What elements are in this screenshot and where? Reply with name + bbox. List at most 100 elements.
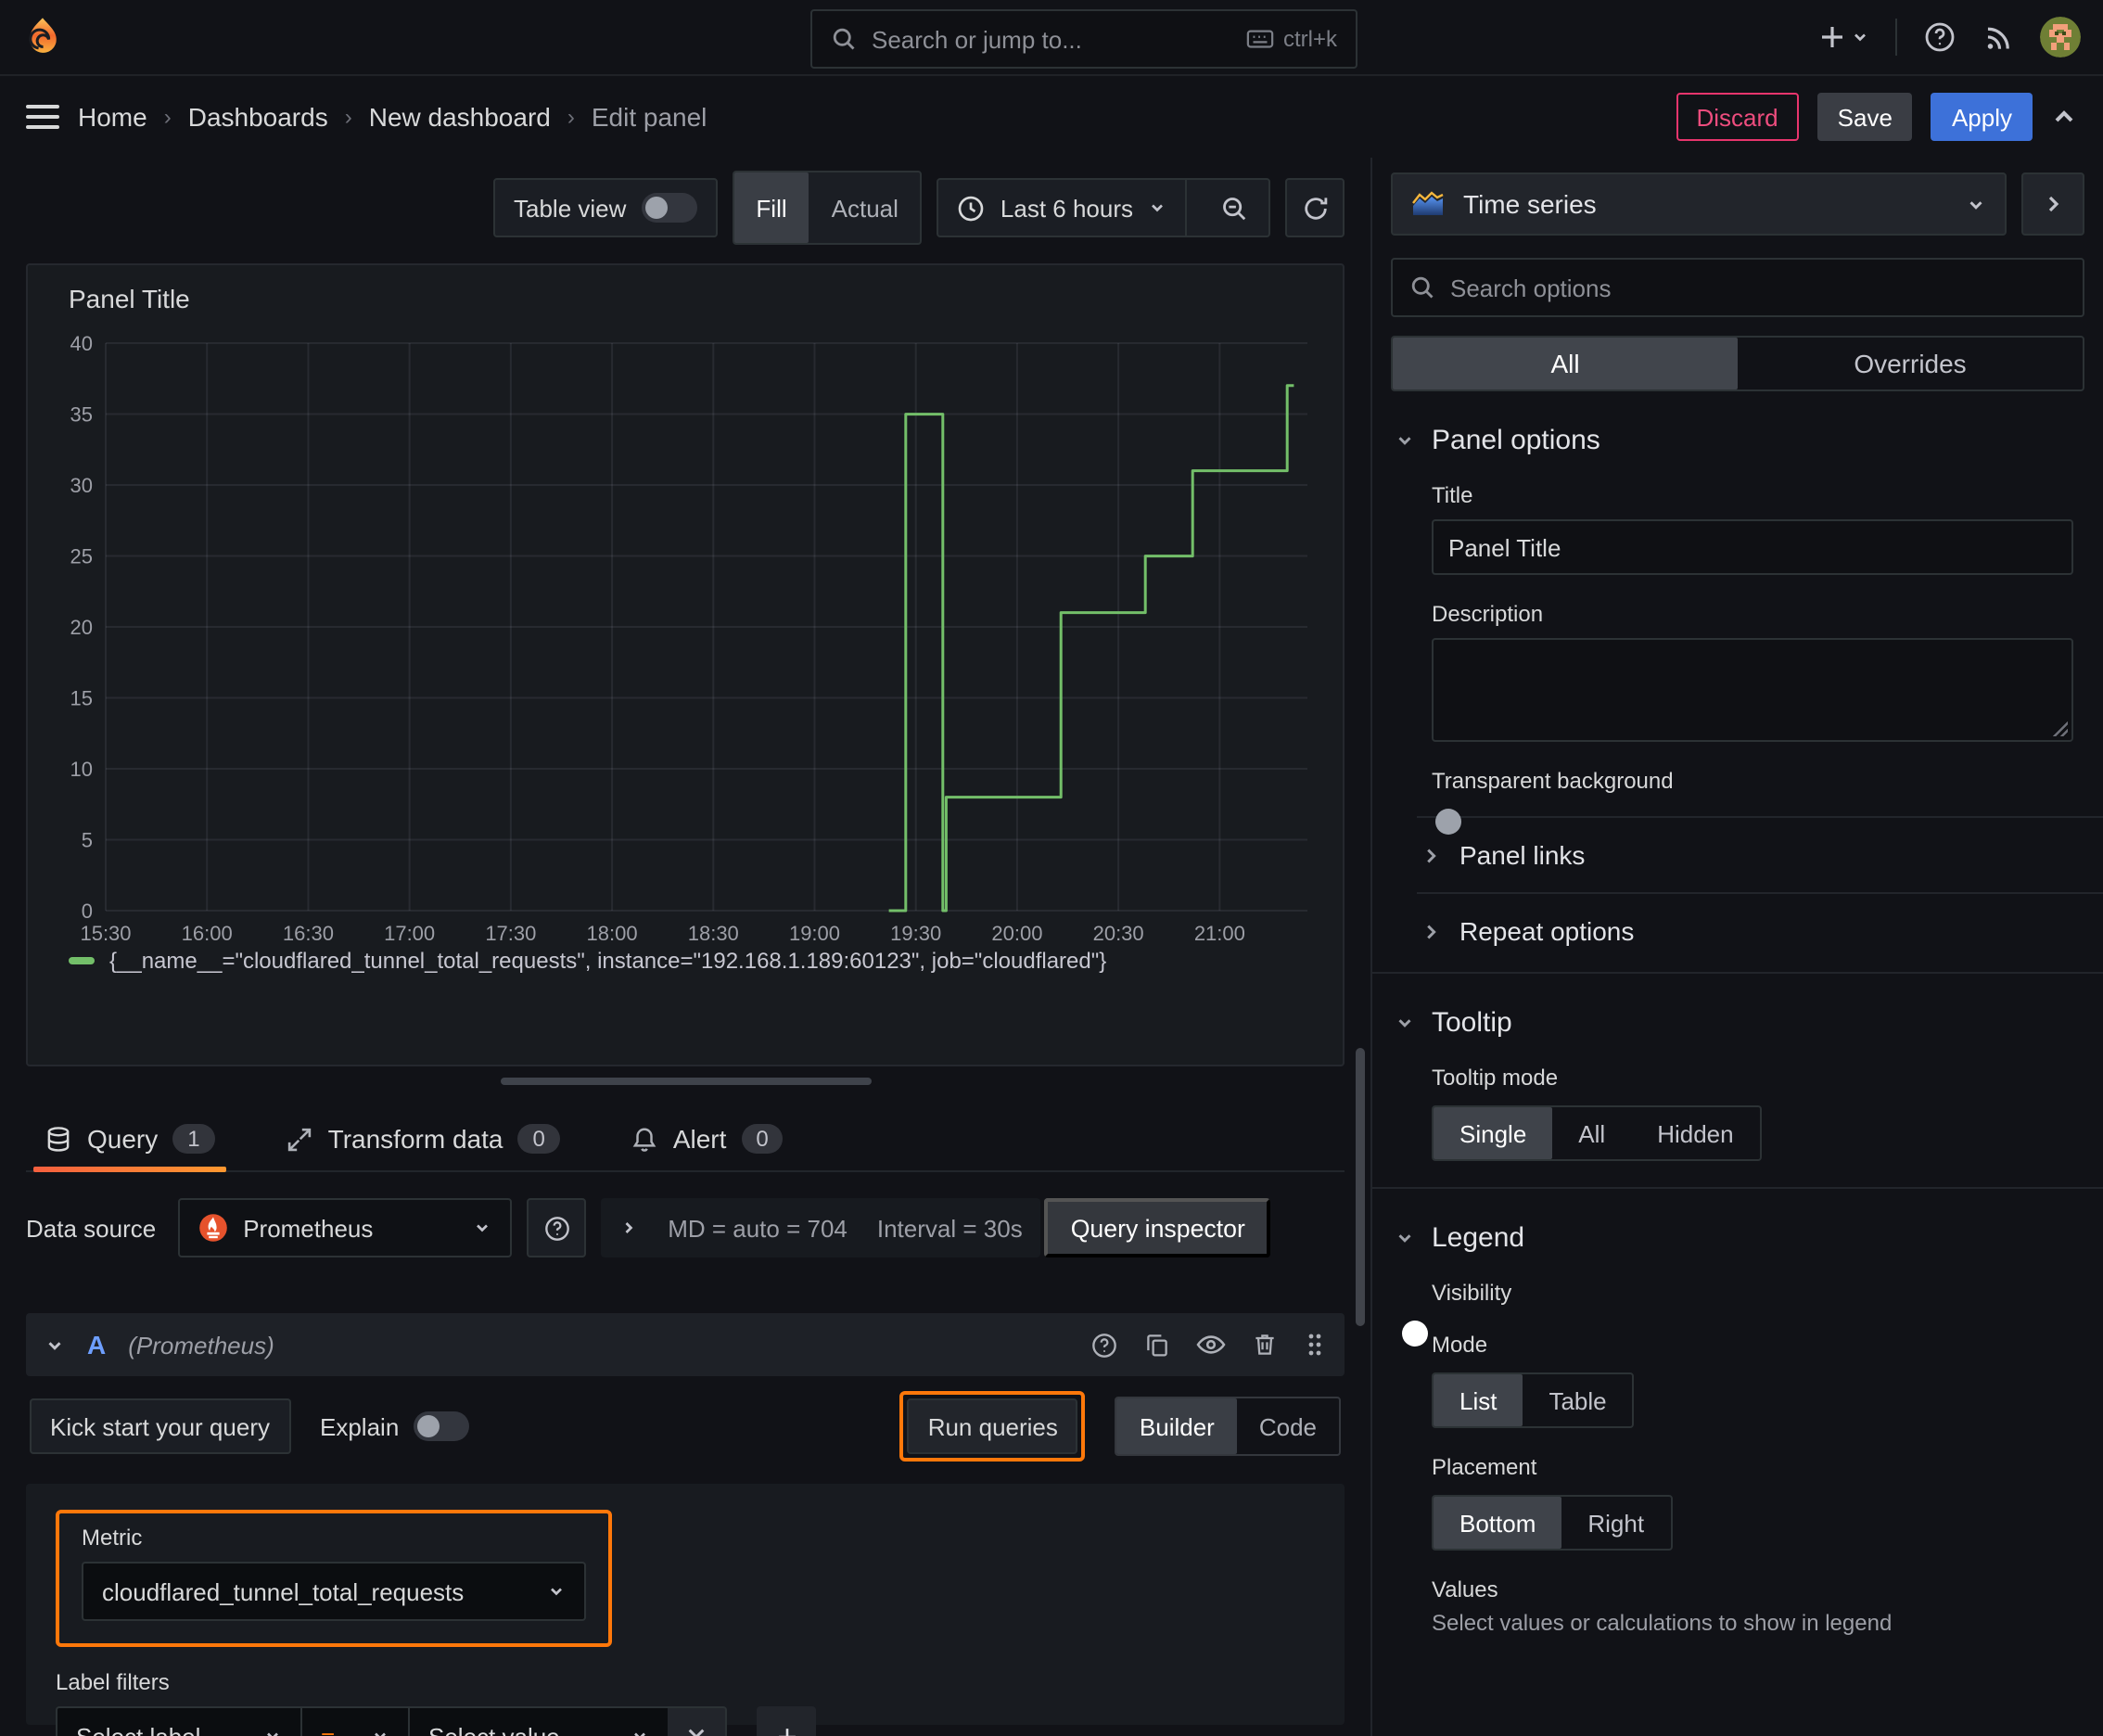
panel-options-header[interactable]: Panel options <box>1372 391 2103 456</box>
tooltip-single-option[interactable]: Single <box>1434 1107 1553 1159</box>
svg-text:30: 30 <box>70 474 93 497</box>
drag-handle-icon[interactable] <box>1304 1332 1326 1358</box>
tab-alert-count: 0 <box>741 1124 784 1154</box>
svg-text:15:30: 15:30 <box>80 922 131 944</box>
search-icon <box>1409 274 1435 300</box>
datasource-label: Data source <box>26 1214 157 1242</box>
save-button[interactable]: Save <box>1816 93 1913 141</box>
filter-all-tab[interactable]: All <box>1393 338 1738 389</box>
query-datasource-hint: (Prometheus) <box>128 1331 274 1359</box>
actual-option[interactable]: Actual <box>809 172 921 243</box>
metric-highlight-box: Metric cloudflared_tunnel_total_requests <box>56 1510 612 1647</box>
tooltip-hidden-option[interactable]: Hidden <box>1631 1107 1759 1159</box>
chevron-down-icon <box>267 1732 278 1736</box>
select-label-dropdown[interactable]: Select label <box>56 1706 300 1736</box>
explain-toggle[interactable] <box>414 1411 470 1441</box>
duplicate-query-icon[interactable] <box>1144 1332 1170 1358</box>
legend-series-label[interactable]: {__name__="cloudflared_tunnel_total_requ… <box>109 948 1106 974</box>
chevron-right-icon <box>2048 196 2059 212</box>
select-value-dropdown[interactable]: Select value <box>408 1706 668 1736</box>
svg-text:18:00: 18:00 <box>587 922 638 944</box>
remove-filter-button[interactable] <box>668 1706 727 1736</box>
chevron-right-icon: › <box>163 104 172 130</box>
add-filter-button[interactable] <box>757 1706 816 1736</box>
query-editor-card: A (Prometheus) Kick start your query Exp… <box>26 1313 1345 1736</box>
hamburger-icon <box>26 105 59 129</box>
help-button[interactable] <box>1923 20 1956 54</box>
fill-option[interactable]: Fill <box>733 172 809 243</box>
prometheus-icon <box>198 1213 228 1243</box>
panel-resize-handle[interactable] <box>500 1078 871 1085</box>
legend-placement-right[interactable]: Right <box>1561 1497 1670 1549</box>
svg-text:19:00: 19:00 <box>789 922 840 944</box>
user-avatar[interactable] <box>2040 17 2081 57</box>
delete-query-icon[interactable] <box>1252 1332 1278 1358</box>
query-help-icon[interactable] <box>1090 1331 1118 1359</box>
chevron-right-icon: › <box>344 104 352 130</box>
operator-dropdown[interactable]: = <box>300 1706 408 1736</box>
explain-label: Explain <box>320 1412 400 1440</box>
query-header[interactable]: A (Prometheus) <box>26 1313 1345 1376</box>
svg-text:20:30: 20:30 <box>1093 922 1144 944</box>
chevron-down-icon <box>1398 437 1411 445</box>
global-search-input[interactable]: Search or jump to... ctrl+k <box>810 9 1357 69</box>
legend-mode-table[interactable]: Table <box>1523 1374 1632 1426</box>
breadcrumb-bar: Home › Dashboards › New dashboard › Edit… <box>0 76 2103 158</box>
legend-placement-label: Placement <box>1432 1454 1537 1480</box>
svg-text:17:30: 17:30 <box>485 922 536 944</box>
legend-header[interactable]: Legend <box>1372 1189 2103 1254</box>
tab-alert-label: Alert <box>672 1124 727 1154</box>
repeat-options-section[interactable]: Repeat options <box>1372 894 2103 946</box>
time-series-chart[interactable]: 0 5 10 15 20 25 30 35 40 15:30 16:00 16:30 17:00 17:3… <box>50 321 1333 944</box>
breadcrumb: Home › Dashboards › New dashboard › Edit… <box>78 102 707 132</box>
legend-mode-list[interactable]: List <box>1434 1374 1523 1426</box>
tab-transform[interactable]: Transform data 0 <box>274 1124 571 1170</box>
chevron-down-icon <box>375 1732 386 1736</box>
collapse-header-button[interactable] <box>2051 104 2077 130</box>
description-field-label: Description <box>1432 601 1544 627</box>
description-textarea[interactable] <box>1432 638 2073 742</box>
tooltip-header[interactable]: Tooltip <box>1372 974 2103 1039</box>
builder-option[interactable]: Builder <box>1116 1398 1237 1454</box>
datasource-picker[interactable]: Prometheus <box>178 1198 513 1257</box>
tab-query[interactable]: Query 1 <box>33 1124 226 1172</box>
apply-button[interactable]: Apply <box>1931 93 2033 141</box>
panel-links-section[interactable]: Panel links <box>1372 818 2103 870</box>
kick-start-button[interactable]: Kick start your query <box>30 1398 290 1454</box>
query-inspector-button[interactable]: Query inspector <box>1044 1198 1271 1257</box>
max-data-points: MD = auto = 704 <box>668 1214 848 1242</box>
tooltip-all-option[interactable]: All <box>1552 1107 1631 1159</box>
breadcrumb-home[interactable]: Home <box>78 102 147 132</box>
collapse-options-button[interactable] <box>2021 172 2084 236</box>
legend-values-label: Values <box>1432 1576 1498 1602</box>
metric-select[interactable]: cloudflared_tunnel_total_requests <box>82 1562 586 1621</box>
vertical-scrollbar[interactable] <box>1356 1048 1365 1326</box>
panel-title-input[interactable] <box>1432 519 2073 575</box>
datasource-help-button[interactable] <box>527 1198 587 1257</box>
tab-query-count: 1 <box>172 1124 215 1154</box>
title-field-label: Title <box>1432 482 1473 508</box>
grafana-logo-icon[interactable] <box>22 17 63 57</box>
code-option[interactable]: Code <box>1237 1398 1339 1454</box>
query-options-summary[interactable]: MD = auto = 704 Interval = 30s <box>601 1198 1041 1257</box>
table-view-toggle[interactable] <box>641 193 697 223</box>
breadcrumb-new-dashboard[interactable]: New dashboard <box>369 102 551 132</box>
filter-overrides-tab[interactable]: Overrides <box>1738 338 2083 389</box>
run-queries-button[interactable]: Run queries <box>907 1398 1078 1454</box>
refresh-button[interactable] <box>1287 182 1343 234</box>
chevron-right-icon <box>1427 848 1436 862</box>
legend-placement-bottom[interactable]: Bottom <box>1434 1497 1562 1549</box>
zoom-out-button[interactable] <box>1205 182 1261 234</box>
time-range-label[interactable]: Last 6 hours <box>1001 194 1133 222</box>
options-search-input[interactable]: Search options <box>1391 258 2084 317</box>
visualization-picker[interactable]: Time series <box>1391 172 2007 236</box>
breadcrumb-dashboards[interactable]: Dashboards <box>188 102 328 132</box>
add-new-button[interactable] <box>1817 22 1869 52</box>
toggle-visibility-icon[interactable] <box>1196 1332 1226 1358</box>
tab-alert[interactable]: Alert 0 <box>619 1124 795 1170</box>
legend-series-swatch[interactable] <box>69 957 95 964</box>
discard-button[interactable]: Discard <box>1676 93 1799 141</box>
news-rss-button[interactable] <box>1982 21 2014 53</box>
resize-handle-icon[interactable] <box>2053 721 2068 736</box>
mega-menu-button[interactable] <box>26 104 59 130</box>
